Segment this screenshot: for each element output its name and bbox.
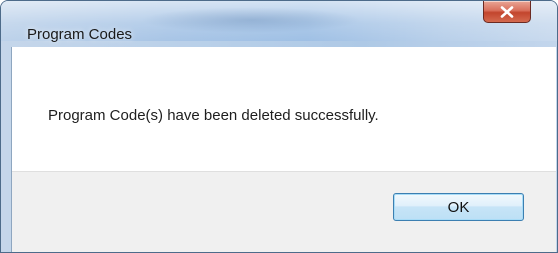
- close-button[interactable]: [483, 1, 531, 23]
- message-text: Program Code(s) have been deleted succes…: [48, 107, 379, 124]
- close-icon: [500, 5, 514, 18]
- dialog-body: Program Code(s) have been deleted succes…: [11, 47, 556, 252]
- button-bar: OK: [12, 171, 556, 252]
- ok-button[interactable]: OK: [393, 193, 524, 221]
- dialog-title: Program Codes: [27, 26, 133, 43]
- title-bar[interactable]: Program Codes: [1, 1, 557, 43]
- dialog-window: Program Codes Program Code(s) have been …: [0, 0, 558, 253]
